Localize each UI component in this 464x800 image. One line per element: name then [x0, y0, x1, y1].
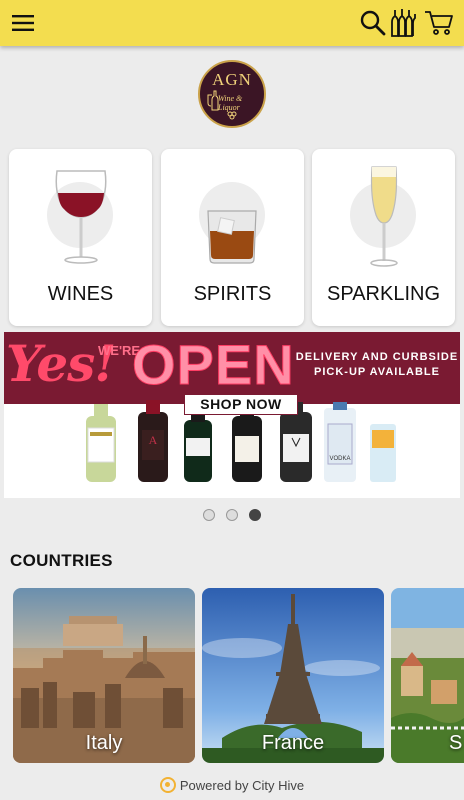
- shop-now-button[interactable]: SHOP NOW: [184, 394, 298, 415]
- promo-banner[interactable]: Yes! WE'RE OPEN DELIVERY AND CURBSIDE PI…: [4, 332, 460, 498]
- bottle-3: [184, 410, 212, 482]
- carousel-dot-1[interactable]: [203, 509, 215, 521]
- champagne-flute-icon: [370, 166, 398, 267]
- cart-icon: [425, 11, 453, 35]
- category-card-wines[interactable]: WINES: [9, 149, 152, 326]
- country-card-italy[interactable]: Italy: [13, 588, 195, 763]
- carousel-dot-2[interactable]: [226, 509, 238, 521]
- bottle-6: VODKA: [324, 402, 356, 482]
- city-hive-logo-icon: [159, 777, 176, 793]
- can-7: [370, 424, 396, 482]
- category-card-sparkling[interactable]: SPARKLING: [312, 149, 455, 326]
- country-label: S: [449, 732, 463, 754]
- bottles-icon: [391, 9, 416, 37]
- country-label: France: [261, 732, 325, 754]
- countries-heading: COUNTRIES: [10, 551, 113, 570]
- cart-button[interactable]: [424, 8, 454, 38]
- category-label: WINES: [47, 283, 114, 305]
- category-card-spirits[interactable]: SPIRITS: [161, 149, 304, 326]
- svg-text:VODKA: VODKA: [329, 456, 350, 462]
- search-icon: [360, 10, 386, 36]
- hamburger-menu-icon: [12, 15, 34, 31]
- menu-button[interactable]: [8, 8, 38, 38]
- whiskey-glass-icon: [207, 210, 257, 264]
- bottles-lineup-image: A VODKA: [86, 400, 396, 482]
- bottle-2: A: [138, 400, 168, 482]
- wine-list-button[interactable]: [389, 8, 419, 38]
- search-button[interactable]: [358, 8, 388, 38]
- bottle-1: [86, 404, 116, 482]
- country-card-spain[interactable]: S: [391, 588, 464, 763]
- footer-text: Powered by City Hive: [179, 778, 305, 793]
- powered-by-footer[interactable]: Powered by City Hive: [0, 777, 464, 793]
- svg-text:A: A: [149, 433, 158, 447]
- country-card-france[interactable]: France: [202, 588, 384, 763]
- red-wine-glass-icon: [55, 170, 107, 264]
- top-app-bar: [0, 0, 464, 46]
- store-logo[interactable]: AGN Wine & Liquor: [198, 60, 266, 128]
- carousel-dot-3[interactable]: [249, 509, 261, 521]
- bottle-4: [232, 406, 262, 482]
- category-label: SPARKLING: [327, 283, 440, 305]
- country-label: Italy: [85, 732, 123, 754]
- wine-bottle-logo-icon: [207, 90, 237, 120]
- category-label: SPIRITS: [193, 283, 272, 305]
